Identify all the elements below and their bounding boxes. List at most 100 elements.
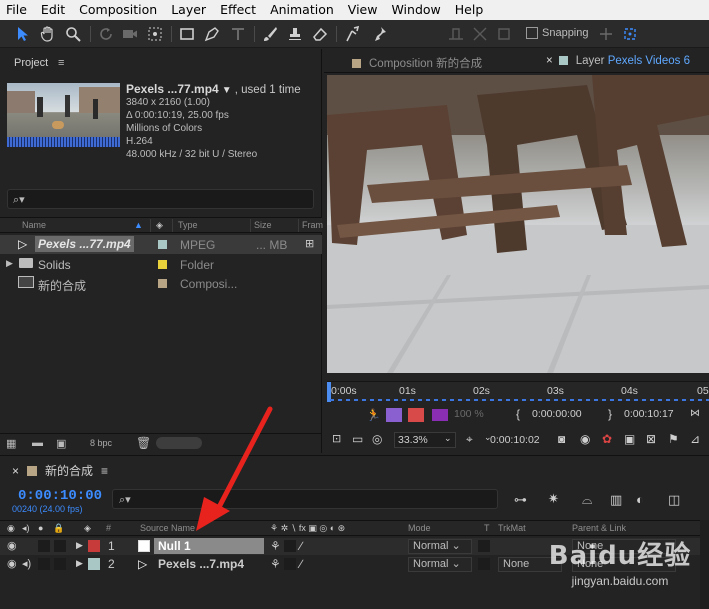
quality-switch-icon[interactable]: ∕ bbox=[300, 557, 302, 571]
column-mode[interactable]: Mode bbox=[408, 523, 431, 533]
menu-effect[interactable]: Effect bbox=[213, 0, 263, 20]
shy-switch-icon[interactable]: ⚘ bbox=[270, 539, 281, 553]
layer-icon[interactable]: ⚑ bbox=[668, 432, 679, 446]
mask-icon[interactable]: ◎ bbox=[372, 432, 382, 446]
solo-switch[interactable] bbox=[38, 540, 50, 552]
label-column-icon[interactable]: ◈ bbox=[156, 220, 163, 231]
runner-icon[interactable]: 🏃 bbox=[366, 408, 381, 422]
menu-view[interactable]: View bbox=[341, 0, 385, 20]
preserve-transparency-box[interactable] bbox=[478, 540, 490, 552]
current-time[interactable]: 0:00:10:02 bbox=[490, 434, 540, 446]
zoom-tool-icon[interactable] bbox=[63, 24, 83, 44]
eye-icon[interactable]: ◉ bbox=[7, 523, 15, 534]
new-folder-icon[interactable]: ▬ bbox=[32, 437, 43, 449]
3d-axis-icon[interactable] bbox=[494, 24, 514, 44]
label-color-swatch[interactable] bbox=[158, 260, 167, 269]
chevron-down-icon[interactable]: ⌄ bbox=[444, 433, 452, 444]
solo-switch[interactable] bbox=[38, 558, 50, 570]
timeline-search-input[interactable]: ⌕▾ bbox=[112, 489, 498, 509]
new-composition-icon[interactable]: ▣ bbox=[56, 437, 66, 450]
snapping-checkbox[interactable] bbox=[526, 27, 538, 39]
transparency-grid-icon[interactable]: ⊠ bbox=[646, 432, 656, 446]
set-out-point-icon[interactable] bbox=[408, 408, 424, 422]
show-snapshot-icon[interactable]: ◉ bbox=[580, 432, 590, 446]
project-item[interactable]: ▷ Pexels ...77.mp4 MPEG ... MB ⊞ bbox=[0, 235, 322, 254]
pen-tool-icon[interactable] bbox=[202, 24, 222, 44]
eye-icon[interactable]: ◉ bbox=[7, 557, 17, 570]
timeline-tab[interactable]: × 新的合成 ≡ bbox=[12, 462, 108, 479]
solo-icon[interactable]: ● bbox=[38, 523, 43, 533]
type-tool-icon[interactable] bbox=[228, 24, 248, 44]
expand-arrow-icon[interactable]: ▶ bbox=[6, 258, 13, 269]
sort-ascending-icon[interactable]: ▲ bbox=[134, 220, 143, 230]
graph-editor-icon[interactable]: ◫ bbox=[668, 492, 680, 508]
trash-icon[interactable]: 🗑 bbox=[136, 436, 151, 450]
snap-option-icon[interactable] bbox=[446, 24, 466, 44]
fast-preview-icon[interactable]: ⊿ bbox=[690, 432, 700, 446]
frame-blending-icon[interactable]: ▥ bbox=[610, 492, 622, 508]
align-icon[interactable] bbox=[470, 24, 490, 44]
audio-icon[interactable]: ◂) bbox=[22, 523, 30, 534]
project-item[interactable]: ▶ Solids Folder bbox=[0, 255, 322, 274]
flowchart-icon[interactable]: ⊞ bbox=[305, 237, 314, 250]
layer-name[interactable]: Null 1 bbox=[158, 539, 191, 553]
rotation-tool-icon[interactable] bbox=[96, 24, 116, 44]
lock-switch[interactable] bbox=[54, 558, 66, 570]
duration-icon[interactable]: ⋈ bbox=[690, 408, 700, 419]
in-bracket-icon[interactable]: { bbox=[516, 407, 520, 421]
selection-tool-icon[interactable] bbox=[13, 24, 33, 44]
hamburger-icon[interactable]: ≡ bbox=[101, 464, 108, 478]
out-bracket-icon[interactable]: } bbox=[608, 407, 612, 421]
motion-blur-icon[interactable]: ◐ bbox=[636, 492, 644, 507]
time-ruler[interactable]: 0:00s 01s 02s 03s 04s 05 bbox=[327, 381, 709, 402]
region-of-interest-icon[interactable]: ⌖ bbox=[466, 432, 473, 447]
column-name[interactable]: Name bbox=[22, 220, 46, 230]
tab-composition[interactable]: Composition 新的合成 bbox=[352, 55, 482, 71]
camera-snapshot-icon[interactable]: ◙ bbox=[558, 432, 565, 446]
out-time[interactable]: 0:00:10:17 bbox=[624, 408, 674, 420]
close-icon[interactable]: × bbox=[12, 464, 19, 478]
label-color-swatch[interactable] bbox=[88, 540, 100, 552]
in-time[interactable]: 0:00:00:00 bbox=[532, 408, 582, 420]
mode-dropdown[interactable]: Normal ⌄ bbox=[408, 557, 472, 572]
roto-brush-tool-icon[interactable] bbox=[342, 24, 362, 44]
rectangle-tool-icon[interactable] bbox=[177, 24, 197, 44]
menu-help[interactable]: Help bbox=[448, 0, 491, 20]
project-item[interactable]: 新的合成 Composi... bbox=[0, 274, 322, 293]
composition-flowchart-icon[interactable]: ⊶ bbox=[514, 492, 527, 508]
switches-icons[interactable]: ⚘ ✲ ∖ fx ▣ ◎ ◐ ⊛ bbox=[270, 523, 345, 534]
column-frame[interactable]: Fram bbox=[302, 220, 323, 230]
channel-icon[interactable]: ✿ bbox=[602, 432, 612, 446]
audio-icon[interactable]: ◂) bbox=[22, 557, 31, 570]
footage-preview[interactable] bbox=[327, 75, 709, 373]
menu-file[interactable]: File bbox=[0, 0, 34, 20]
lock-icon[interactable]: 🔒 bbox=[53, 523, 64, 534]
menu-edit[interactable]: Edit bbox=[34, 0, 72, 20]
current-timecode[interactable]: 0:00:10:00 bbox=[18, 488, 102, 504]
bit-depth-button[interactable]: 8 bpc bbox=[90, 438, 112, 448]
project-search-input[interactable]: ⌕▾ bbox=[7, 189, 314, 209]
puppet-tool-icon[interactable] bbox=[370, 24, 390, 44]
draft-3d-icon[interactable]: ✷ bbox=[548, 491, 559, 507]
column-size[interactable]: Size bbox=[254, 220, 272, 230]
column-number[interactable]: # bbox=[106, 523, 111, 533]
shy-switch-icon[interactable]: ⚘ bbox=[270, 557, 281, 571]
pan-behind-tool-icon[interactable] bbox=[145, 24, 165, 44]
column-type[interactable]: Type bbox=[178, 220, 198, 230]
camera-tool-icon[interactable] bbox=[120, 24, 140, 44]
mode-dropdown[interactable]: Normal ⌄ bbox=[408, 539, 472, 554]
column-trkmat[interactable]: TrkMat bbox=[498, 523, 526, 533]
snap-edges-icon[interactable] bbox=[596, 24, 616, 44]
region-icon[interactable]: ▣ bbox=[624, 432, 635, 446]
label-color-swatch[interactable] bbox=[88, 558, 100, 570]
eye-icon[interactable]: ◉ bbox=[7, 539, 17, 552]
tab-layer[interactable]: × Layer Pexels Videos 6 bbox=[546, 55, 690, 67]
column-parent[interactable]: Parent & Link bbox=[572, 523, 626, 533]
snap-target-icon[interactable] bbox=[620, 24, 640, 44]
menu-layer[interactable]: Layer bbox=[164, 0, 213, 20]
expand-arrow-icon[interactable]: ▶ bbox=[76, 558, 83, 569]
monitor-icon[interactable]: ▭ bbox=[352, 432, 363, 446]
close-icon[interactable]: × bbox=[546, 55, 553, 67]
hand-tool-icon[interactable] bbox=[38, 24, 58, 44]
label-column-icon[interactable]: ◈ bbox=[84, 523, 91, 534]
